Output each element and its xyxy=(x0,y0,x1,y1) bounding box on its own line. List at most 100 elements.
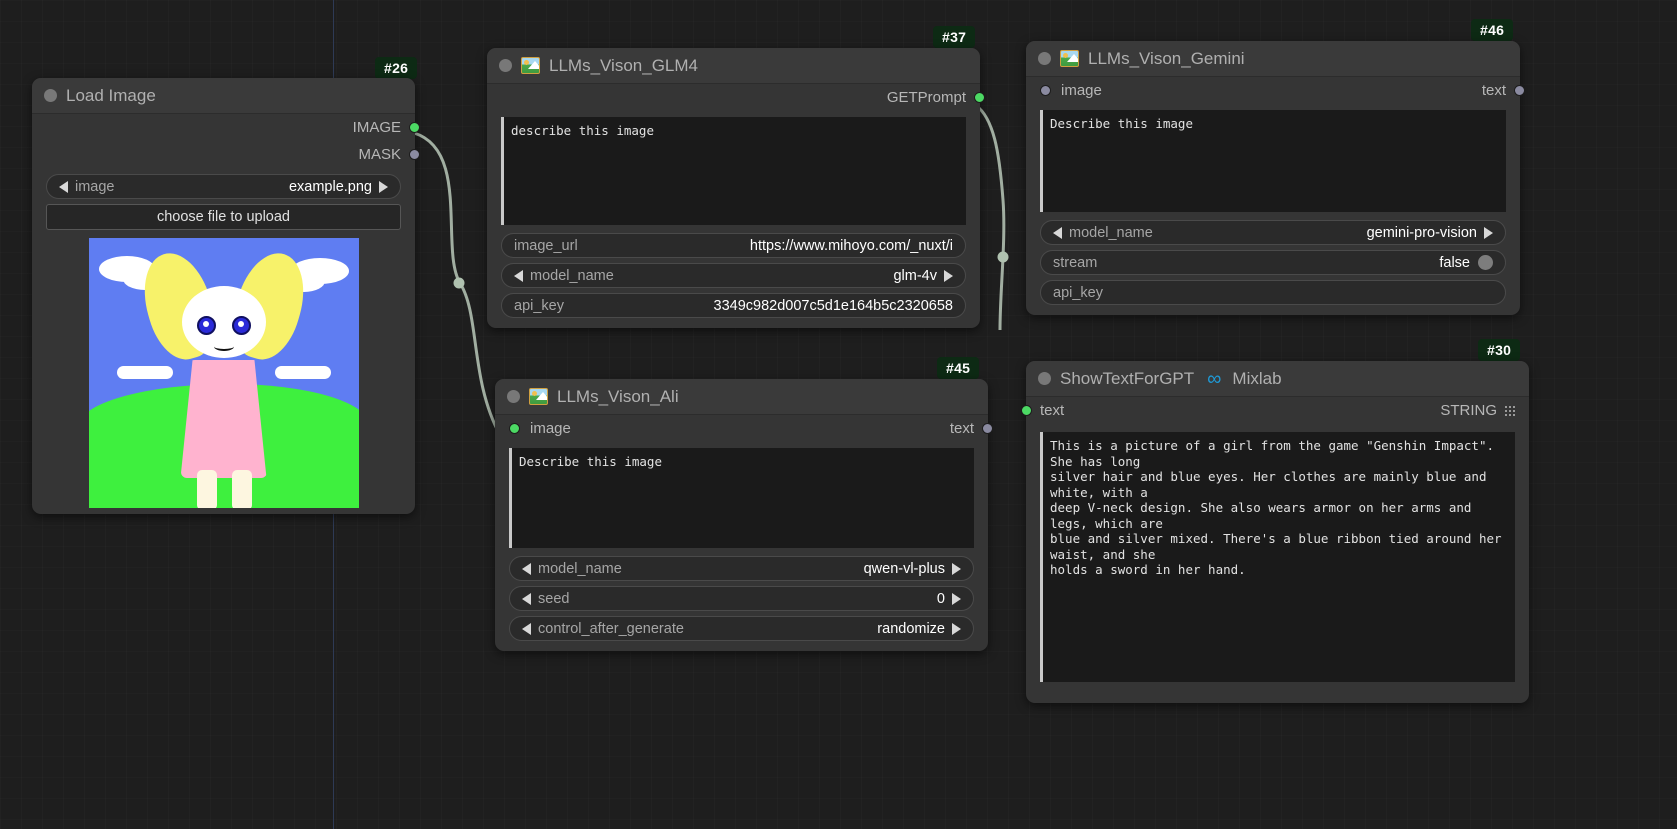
prompt-textarea-glm4[interactable]: describe this image xyxy=(501,117,966,225)
node-badge-show-text: #30 xyxy=(1478,339,1521,361)
output-dot-text[interactable] xyxy=(982,423,993,434)
node-badge-load-image: #26 xyxy=(375,57,418,79)
infinity-icon: ∞ xyxy=(1207,367,1222,390)
node-body-ali: image text Describe this image model_nam… xyxy=(495,415,993,641)
widget-api-key-label: api_key xyxy=(1053,284,1103,301)
output-slot-mask[interactable]: MASK xyxy=(32,141,420,168)
slot-row-show-text-io: text STRING xyxy=(1021,397,1529,424)
widget-stream-value: false xyxy=(1439,254,1470,271)
widget-seed-value: 0 xyxy=(936,590,945,607)
widget-stream-label: stream xyxy=(1053,254,1098,271)
chevron-right-icon[interactable] xyxy=(944,269,953,282)
output-slot-image[interactable]: IMAGE xyxy=(32,114,420,141)
widget-model-name-label: model_name xyxy=(530,267,614,284)
image-thumbnail-icon xyxy=(529,388,548,405)
widget-image-select[interactable]: image example.png xyxy=(46,174,401,199)
widget-image-url-value: https://www.mihoyo.com/_nuxt/i xyxy=(749,237,953,254)
chevron-right-icon[interactable] xyxy=(952,592,961,605)
widget-image-label: image xyxy=(75,178,115,195)
result-textarea[interactable]: This is a picture of a girl from the gam… xyxy=(1040,432,1515,682)
chevron-left-icon[interactable] xyxy=(522,622,531,635)
input-slot-image-label: image xyxy=(530,420,571,437)
node-llms-vison-ali[interactable]: LLMs_Vison_Ali image text Describe this … xyxy=(495,379,993,651)
input-dot-image[interactable] xyxy=(1040,85,1051,96)
widget-model-name-value: glm-4v xyxy=(893,267,937,284)
image-thumbnail-icon xyxy=(521,57,540,74)
input-dot-text[interactable] xyxy=(1021,405,1032,416)
collapse-icon[interactable] xyxy=(499,59,512,72)
node-title-text: LLMs_Vison_Gemini xyxy=(1088,48,1245,68)
output-dot-getprompt[interactable] xyxy=(974,92,985,103)
widget-model-name-value: qwen-vl-plus xyxy=(863,560,945,577)
chevron-right-icon[interactable] xyxy=(379,180,388,193)
collapse-icon[interactable] xyxy=(507,390,520,403)
node-title-suffix: Mixlab xyxy=(1232,368,1282,388)
input-slot-image-label: image xyxy=(1061,82,1102,99)
chevron-left-icon[interactable] xyxy=(59,180,68,193)
node-title-bar-load-image[interactable]: Load Image xyxy=(32,78,415,114)
widget-model-name-label: model_name xyxy=(1069,224,1153,241)
widget-control-after-generate[interactable]: control_after_generate randomize xyxy=(509,616,974,641)
slot-row-gemini-io: image text xyxy=(1026,77,1525,104)
output-dot-mask[interactable] xyxy=(409,149,420,160)
chevron-left-icon[interactable] xyxy=(522,562,531,575)
output-slot-text-label: text xyxy=(949,420,974,437)
widget-stream-toggle[interactable]: stream false xyxy=(1040,250,1506,275)
chevron-left-icon[interactable] xyxy=(522,592,531,605)
node-title-text: LLMs_Vison_Ali xyxy=(557,386,679,406)
output-dot-text[interactable] xyxy=(1514,85,1525,96)
widget-control-after-generate-label: control_after_generate xyxy=(538,620,684,637)
node-badge-ali: #45 xyxy=(937,357,980,379)
node-title-bar-gemini[interactable]: LLMs_Vison_Gemini xyxy=(1026,41,1520,77)
widget-model-name-label: model_name xyxy=(538,560,622,577)
output-slot-getprompt-label: GETPrompt xyxy=(886,89,966,106)
widget-model-name-glm4[interactable]: model_name glm-4v xyxy=(501,263,966,288)
prompt-textarea-ali[interactable]: Describe this image xyxy=(509,448,974,548)
output-slot-getprompt[interactable]: GETPrompt xyxy=(487,84,985,111)
chevron-left-icon[interactable] xyxy=(514,269,523,282)
output-slot-image-label: IMAGE xyxy=(352,119,401,136)
node-title-bar-glm4[interactable]: LLMs_Vison_GLM4 xyxy=(487,48,980,84)
input-dot-image[interactable] xyxy=(509,423,520,434)
resize-grip-icon[interactable] xyxy=(1505,405,1515,416)
collapse-icon[interactable] xyxy=(1038,52,1051,65)
node-load-image[interactable]: Load Image IMAGE MASK image example.png … xyxy=(32,78,420,514)
node-badge-glm4: #37 xyxy=(933,26,976,48)
widget-image-url[interactable]: image_url https://www.mihoyo.com/_nuxt/i xyxy=(501,233,966,258)
upload-file-button[interactable]: choose file to upload xyxy=(46,204,401,230)
widget-control-after-generate-value: randomize xyxy=(877,620,945,637)
widget-image-value: example.png xyxy=(288,178,372,195)
image-preview xyxy=(88,238,359,508)
node-title-text: ShowTextForGPT xyxy=(1060,368,1195,388)
widget-seed-label: seed xyxy=(538,590,570,607)
node-body-load-image: IMAGE MASK image example.png choose file… xyxy=(32,114,420,508)
node-title-text: Load Image xyxy=(66,85,156,105)
prompt-textarea-gemini[interactable]: Describe this image xyxy=(1040,110,1506,212)
collapse-icon[interactable] xyxy=(1038,372,1051,385)
output-dot-image[interactable] xyxy=(409,122,420,133)
collapse-icon[interactable] xyxy=(44,89,57,102)
widget-seed[interactable]: seed 0 xyxy=(509,586,974,611)
widget-api-key-glm4[interactable]: api_key 3349c982d007c5d1e164b5c2320658 xyxy=(501,293,966,318)
toggle-knob-icon[interactable] xyxy=(1478,255,1493,270)
widget-model-name-gemini[interactable]: model_name gemini-pro-vision xyxy=(1040,220,1506,245)
chevron-left-icon[interactable] xyxy=(1053,226,1062,239)
widget-api-key-label: api_key xyxy=(514,297,564,314)
node-llms-vison-gemini[interactable]: LLMs_Vison_Gemini image text Describe th… xyxy=(1026,41,1525,315)
widget-api-key-gemini[interactable]: api_key xyxy=(1040,280,1506,305)
node-show-text-for-gpt[interactable]: ShowTextForGPT ∞ Mixlab text STRING This… xyxy=(1021,361,1529,703)
node-graph-canvas[interactable]: #26 Load Image IMAGE MASK image example.… xyxy=(0,0,1677,829)
output-slot-string-label: STRING xyxy=(1440,402,1497,419)
chevron-right-icon[interactable] xyxy=(952,562,961,575)
chevron-right-icon[interactable] xyxy=(1484,226,1493,239)
node-title-bar-show-text[interactable]: ShowTextForGPT ∞ Mixlab xyxy=(1026,361,1529,397)
node-title-bar-ali[interactable]: LLMs_Vison_Ali xyxy=(495,379,988,415)
widget-image-url-label: image_url xyxy=(514,237,578,254)
node-llms-vison-glm4[interactable]: LLMs_Vison_GLM4 GETPrompt describe this … xyxy=(487,48,985,328)
widget-model-name-ali[interactable]: model_name qwen-vl-plus xyxy=(509,556,974,581)
node-body-glm4: GETPrompt describe this image image_url … xyxy=(487,84,985,318)
node-body-show-text: text STRING This is a picture of a girl … xyxy=(1021,397,1529,682)
output-slot-mask-label: MASK xyxy=(358,146,401,163)
chevron-right-icon[interactable] xyxy=(952,622,961,635)
widget-model-name-value: gemini-pro-vision xyxy=(1366,224,1477,241)
